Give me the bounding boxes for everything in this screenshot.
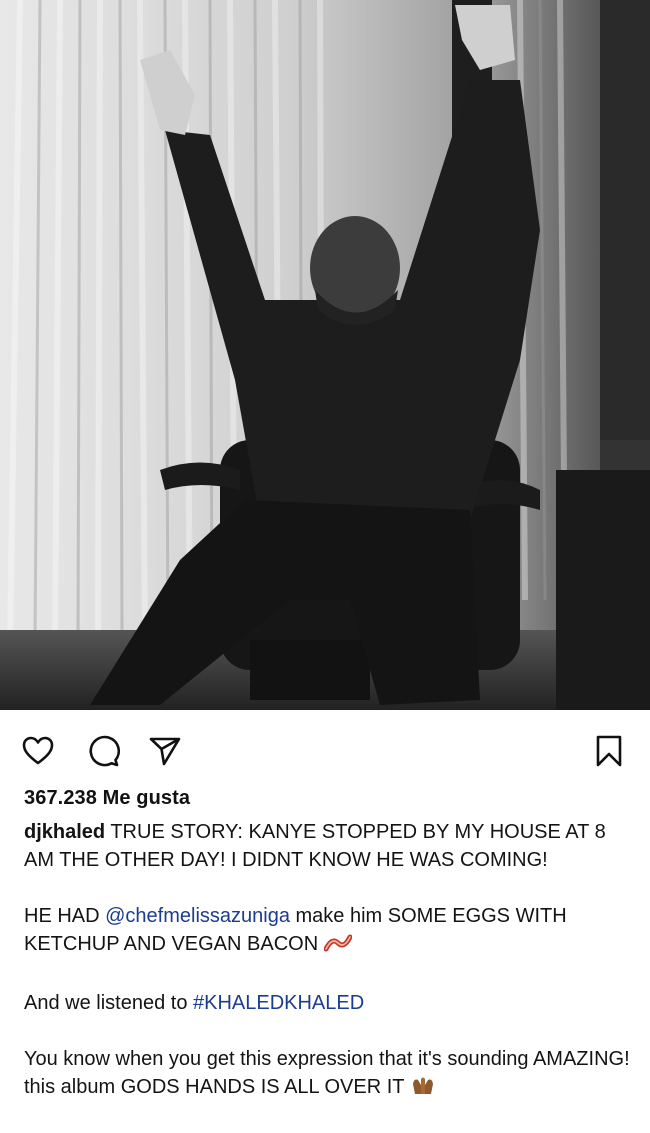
caption-text: HE HAD	[24, 905, 106, 927]
share-button[interactable]	[148, 734, 182, 768]
user-mention-link[interactable]: @chefmelissazuniga	[105, 905, 290, 927]
heart-icon	[22, 736, 54, 765]
bookmark-icon	[596, 735, 622, 767]
post-action-bar	[0, 710, 650, 782]
caption-paragraph: djkhaled TRUE STORY: KANYE STOPPED BY MY…	[24, 818, 632, 874]
caption-text: And we listened to	[24, 992, 193, 1014]
likes-count[interactable]: 367.238 Me gusta	[24, 787, 190, 810]
caption-paragraph: You know when you get this expression th…	[24, 1045, 632, 1104]
save-button[interactable]	[592, 734, 626, 768]
caption-text: TRUE STORY: KANYE STOPPED BY MY HOUSE AT…	[24, 821, 606, 871]
instagram-post: 367.238 Me gusta djkhaled TRUE STORY: KA…	[0, 0, 650, 1133]
post-caption: djkhaled TRUE STORY: KANYE STOPPED BY MY…	[24, 818, 632, 1104]
hashtag-link[interactable]: #KHALEDKHALED	[193, 992, 364, 1014]
comment-bubble-icon	[89, 735, 120, 767]
bacon-icon	[323, 933, 353, 961]
comment-button[interactable]	[86, 734, 120, 768]
caption-paragraph: And we listened to #KHALEDKHALED	[24, 989, 632, 1017]
praying-hands-icon	[410, 1074, 436, 1104]
caption-paragraph: HE HAD @chefmelissazuniga make him SOME …	[24, 902, 632, 961]
post-photo-image	[0, 0, 650, 710]
author-username[interactable]: djkhaled	[24, 821, 105, 843]
caption-text: You know when you get this expression th…	[24, 1048, 630, 1098]
post-photo[interactable]	[0, 0, 650, 710]
paper-plane-icon	[149, 737, 181, 766]
like-button[interactable]	[21, 734, 55, 768]
